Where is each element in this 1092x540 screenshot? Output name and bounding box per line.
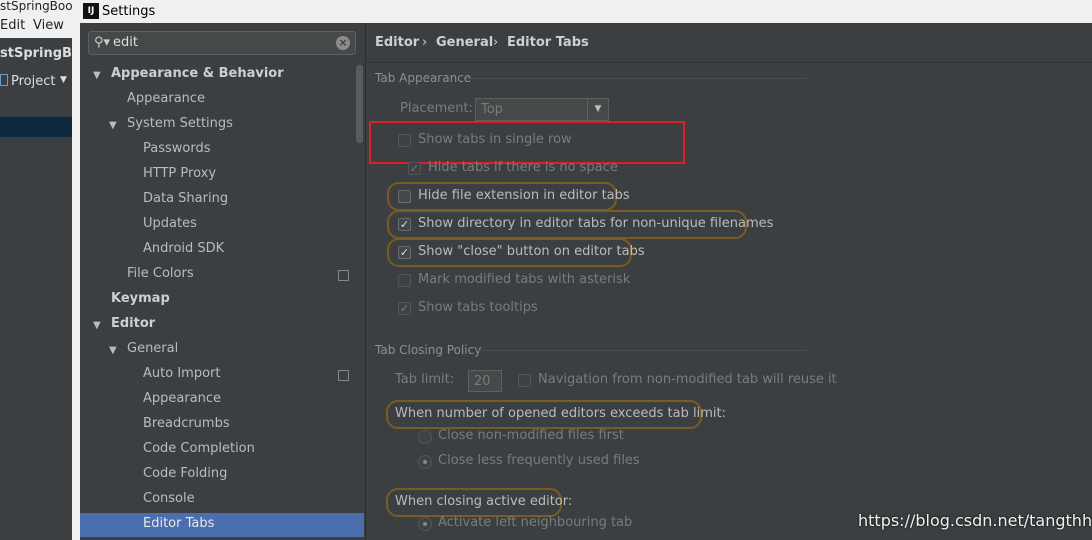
tab-limit-input[interactable]: 20: [468, 370, 502, 392]
ide-title-text: stSpringBoot: [0, 0, 74, 13]
tree-http-proxy[interactable]: HTTP Proxy: [143, 163, 216, 185]
tree-selection-highlight: [80, 513, 364, 537]
tree-appearance[interactable]: Appearance: [127, 88, 205, 110]
dropdown-arrow-icon: ▼: [60, 75, 67, 85]
tree-passwords[interactable]: Passwords: [143, 138, 211, 160]
ide-project-tool[interactable]: Project ▼: [0, 70, 74, 96]
tree-appearance-behavior[interactable]: Appearance & Behavior: [111, 63, 284, 85]
expand-arrow-icon[interactable]: ▼: [109, 345, 117, 356]
expand-arrow-icon[interactable]: ▼: [93, 70, 101, 81]
mark-modified-checkbox[interactable]: [398, 274, 411, 287]
sidebar-scrollbar[interactable]: [356, 65, 363, 143]
breadcrumb-separator: ›: [422, 35, 428, 50]
tab-appearance-title: Tab Appearance: [375, 71, 472, 85]
expand-arrow-icon[interactable]: ▼: [93, 320, 101, 331]
single-row-checkbox[interactable]: [398, 134, 411, 147]
close-non-modified-label[interactable]: Close non-modified files first: [438, 428, 624, 443]
close-less-frequent-label[interactable]: Close less frequently used files: [438, 453, 640, 468]
clear-icon[interactable]: ×: [336, 36, 350, 50]
activate-left-radio[interactable]: [418, 517, 432, 531]
tree-system-settings[interactable]: System Settings: [127, 113, 233, 135]
ide-project-text: stSpringBoo: [0, 46, 74, 61]
tree-console[interactable]: Console: [143, 488, 195, 510]
breadcrumb-editor[interactable]: Editor: [375, 35, 419, 50]
menu-view[interactable]: View: [33, 18, 64, 33]
nav-reuse-label[interactable]: Navigation from non-modified tab will re…: [538, 372, 837, 387]
tab-closing-title: Tab Closing Policy: [375, 343, 482, 357]
chevron-down-icon: ▼: [587, 99, 608, 120]
settings-search-input[interactable]: ⚲▾ edit ×: [88, 31, 356, 55]
search-icon: ⚲▾: [94, 35, 111, 50]
activate-left-label[interactable]: Activate left neighbouring tab: [438, 515, 632, 530]
tree-keymap[interactable]: Keymap: [111, 288, 170, 310]
section-separator: [477, 350, 806, 351]
show-directory-checkbox[interactable]: ✓: [398, 218, 411, 231]
tree-editor-tabs[interactable]: Editor Tabs: [143, 513, 214, 535]
tree-code-folding[interactable]: Code Folding: [143, 463, 227, 485]
hide-no-space-checkbox[interactable]: ✓: [408, 162, 421, 175]
ide-selected-row: [0, 117, 74, 137]
project-scope-icon: [338, 370, 349, 381]
show-tooltips-checkbox[interactable]: ✓: [398, 302, 411, 315]
hide-file-ext-label[interactable]: Hide file extension in editor tabs: [418, 188, 630, 203]
tab-limit-label: Tab limit:: [395, 372, 455, 387]
breadcrumb-separator: ›: [493, 35, 499, 50]
settings-titlebar: IJ Settings: [80, 0, 1092, 23]
close-non-modified-radio[interactable]: [418, 430, 432, 444]
breadcrumb-general[interactable]: General: [436, 35, 493, 50]
exceeds-limit-label: When number of opened editors exceeds ta…: [395, 406, 726, 421]
single-row-label[interactable]: Show tabs in single row: [418, 132, 572, 147]
menu-edit[interactable]: Edit: [0, 18, 25, 33]
nav-reuse-checkbox[interactable]: [518, 374, 531, 387]
ide-title-fragment: stSpringBoot: [0, 0, 74, 14]
radio-dot: [423, 460, 427, 464]
tree-android-sdk[interactable]: Android SDK: [143, 238, 224, 260]
mark-modified-label[interactable]: Mark modified tabs with asterisk: [418, 272, 630, 287]
watermark: https://blog.csdn.net/tangthh123: [858, 511, 1092, 530]
tree-auto-import[interactable]: Auto Import: [143, 363, 220, 385]
breadcrumb: Editor › General › Editor Tabs: [366, 23, 1092, 63]
placement-value: Top: [481, 102, 503, 117]
show-close-checkbox[interactable]: ✓: [398, 246, 411, 259]
show-close-label[interactable]: Show "close" button on editor tabs: [418, 244, 645, 259]
placement-select[interactable]: Top ▼: [475, 98, 609, 121]
tree-general[interactable]: General: [127, 338, 178, 360]
show-directory-label[interactable]: Show directory in editor tabs for non-un…: [418, 216, 773, 231]
section-separator: [466, 78, 806, 79]
tree-editor[interactable]: Editor: [111, 313, 155, 335]
tree-data-sharing[interactable]: Data Sharing: [143, 188, 228, 210]
closing-active-label: When closing active editor:: [395, 494, 573, 509]
tree-file-colors[interactable]: File Colors: [127, 263, 194, 285]
hide-no-space-label[interactable]: Hide tabs if there is no space: [428, 160, 618, 175]
tree-updates[interactable]: Updates: [143, 213, 197, 235]
close-less-frequent-radio[interactable]: [418, 455, 432, 469]
expand-arrow-icon[interactable]: ▼: [109, 120, 117, 131]
show-tooltips-label[interactable]: Show tabs tooltips: [418, 300, 538, 315]
radio-dot: [423, 522, 427, 526]
project-scope-icon: [338, 270, 349, 281]
tree-breadcrumbs[interactable]: Breadcrumbs: [143, 413, 230, 435]
tab-limit-value: 20: [474, 374, 491, 389]
project-icon: [0, 74, 8, 86]
ide-menubar: Edit View: [0, 14, 74, 38]
window-border: [72, 0, 80, 540]
ide-tool-label: Project: [11, 74, 56, 89]
hide-file-ext-checkbox[interactable]: [398, 190, 411, 203]
window-title: Settings: [102, 4, 156, 19]
tree-code-completion[interactable]: Code Completion: [143, 438, 255, 460]
breadcrumb-editor-tabs: Editor Tabs: [507, 35, 589, 50]
tree-appearance-editor[interactable]: Appearance: [143, 388, 221, 410]
placement-label: Placement:: [400, 101, 473, 116]
search-value: edit: [113, 35, 138, 50]
intellij-logo-icon: IJ: [83, 3, 99, 19]
ide-project-name: stSpringBoo: [0, 38, 74, 70]
